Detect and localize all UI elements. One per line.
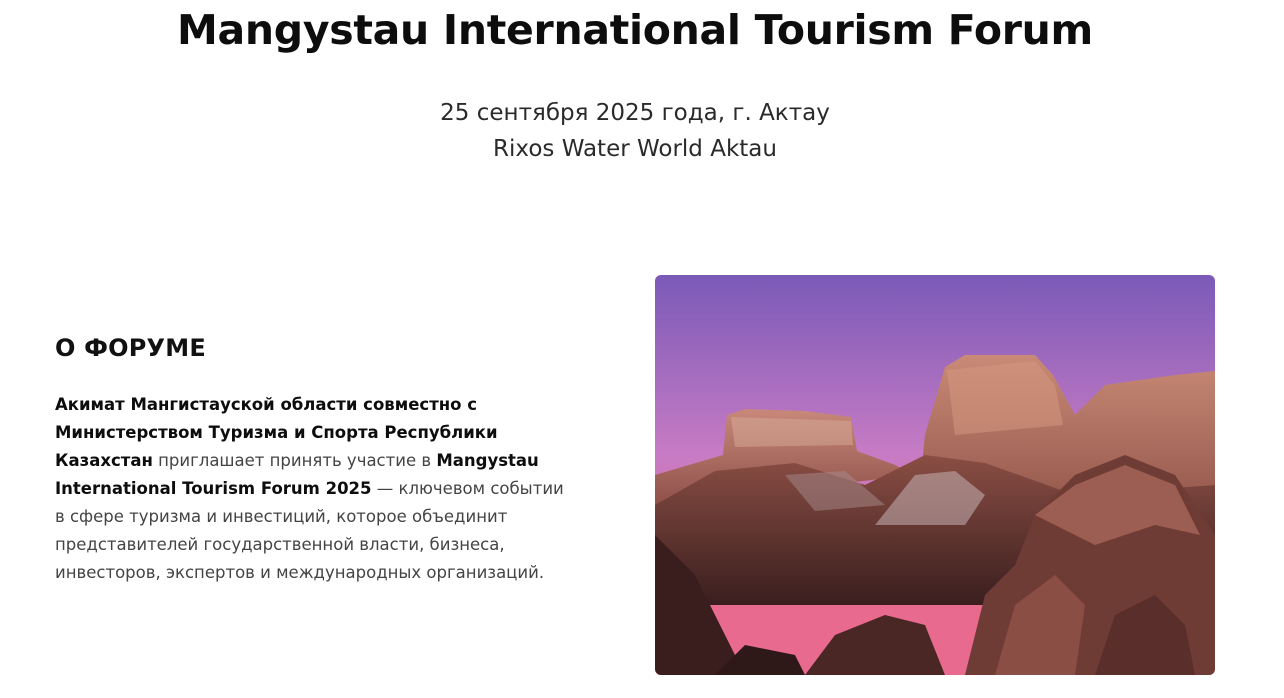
about-heading: О ФОРУМЕ [55,334,206,362]
canyon-photo [655,275,1215,675]
event-date: 25 сентября 2025 года, г. Актау [440,100,830,126]
canyon-landscape-image [655,275,1215,675]
about-invite-text: приглашает принять участие в [152,451,437,470]
forum-page: Mangystau International Tourism Forum 25… [0,0,1284,698]
event-venue: Rixos Water World Aktau [493,136,777,162]
page-title: Mangystau International Tourism Forum [177,6,1093,54]
about-paragraph: Акимат Мангистауской области совместно с… [55,391,575,587]
